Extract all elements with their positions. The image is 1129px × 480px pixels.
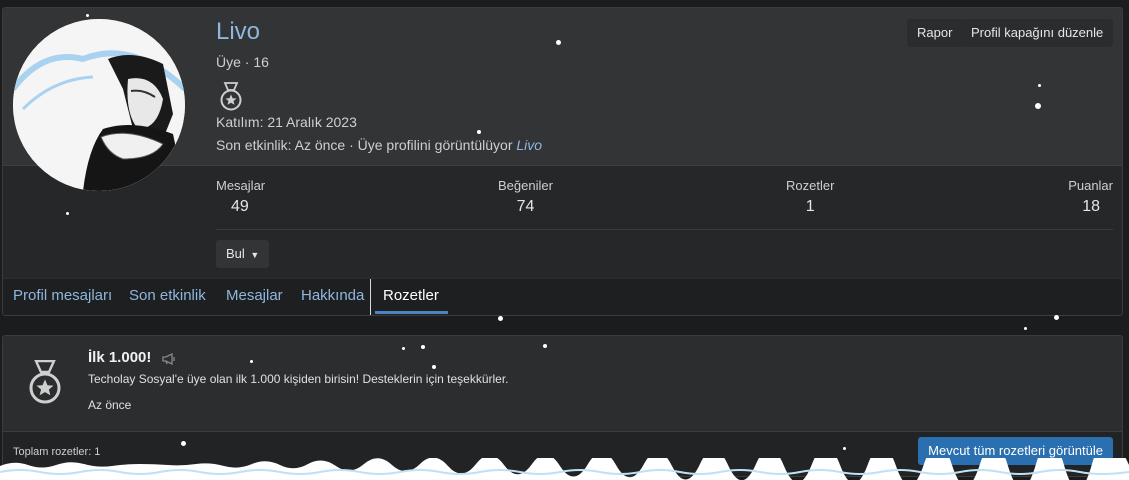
snowflake <box>1035 103 1041 109</box>
snowflake <box>421 345 425 349</box>
tab-profile-messages[interactable]: Profil mesajları <box>13 287 112 304</box>
stat-points[interactable]: Puanlar 18 <box>1068 178 1113 216</box>
stat-likes[interactable]: Beğeniler 74 <box>498 178 553 216</box>
stats-divider <box>216 229 1113 230</box>
stat-label: Beğeniler <box>498 178 553 193</box>
snowflake <box>181 441 186 446</box>
snowflake <box>86 14 89 17</box>
joined-date: Katılım: 21 Aralık 2023 <box>216 114 357 130</box>
snowflake <box>1038 84 1041 87</box>
snowflake <box>543 344 547 348</box>
tab-messages[interactable]: Mesajlar <box>226 287 283 304</box>
avatar[interactable] <box>13 19 185 191</box>
tab-separator <box>370 279 371 315</box>
snowflake <box>250 360 253 363</box>
snow-ground-decoration <box>0 458 1129 480</box>
last-activity-text: Son etkinlik: Az önce · Üye profilini gö… <box>216 137 513 153</box>
medal-star-icon <box>27 359 63 406</box>
profile-card: Livo Üye · 16 Katılım: 21 Aralık 2023 So… <box>2 7 1123 316</box>
snowflake <box>477 130 481 134</box>
edit-cover-button[interactable]: Profil kapağını düzenle <box>961 19 1114 47</box>
snowflake <box>1054 315 1059 320</box>
snowflake <box>556 40 561 45</box>
snowflake <box>66 212 69 215</box>
badge-title-text: İlk 1.000! <box>88 349 152 366</box>
stat-badges[interactable]: Rozetler 1 <box>786 178 834 216</box>
stat-label: Puanlar <box>1068 178 1113 193</box>
badge-total: Toplam rozetler: 1 <box>13 446 101 458</box>
last-activity-user-link[interactable]: Livo <box>516 137 542 153</box>
stat-label: Rozetler <box>786 178 835 193</box>
stat-label: Mesajlar <box>216 178 266 193</box>
badge-description: Techolay Sosyal'e üye olan ilk 1.000 kiş… <box>88 372 509 386</box>
tab-badges[interactable]: Rozetler <box>383 287 439 304</box>
tab-recent-activity[interactable]: Son etkinlik <box>129 287 206 304</box>
stat-messages[interactable]: Mesajlar 49 <box>216 178 265 216</box>
stat-value: 49 <box>231 198 249 215</box>
badge-list-card: İlk 1.000! Techolay Sosyal'e üye olan il… <box>2 335 1123 477</box>
stat-value: 74 <box>516 198 535 215</box>
find-label: Bul <box>226 246 245 261</box>
report-button[interactable]: Rapor <box>907 19 963 47</box>
badge-time: Az önce <box>88 398 132 412</box>
profile-tabs: Profil mesajları Son etkinlik Mesajlar H… <box>3 279 1122 315</box>
badge-item: İlk 1.000! Techolay Sosyal'e üye olan il… <box>3 336 1122 432</box>
medal-star-icon[interactable] <box>219 82 243 112</box>
snowflake <box>432 365 436 369</box>
snowflake <box>1024 327 1027 330</box>
stat-value: 18 <box>1082 198 1100 215</box>
snowflake <box>843 447 846 450</box>
badge-title: İlk 1.000! <box>88 349 176 366</box>
avatar-anime-character-icon <box>13 19 185 191</box>
last-activity: Son etkinlik: Az önce · Üye profilini gö… <box>216 137 542 153</box>
snowflake <box>498 316 503 321</box>
active-tab-indicator <box>375 311 448 314</box>
snowflake <box>402 347 405 350</box>
profile-name: Livo <box>216 18 261 45</box>
profile-role: Üye · 16 <box>216 54 269 70</box>
stat-value: 1 <box>805 198 815 215</box>
stats-area <box>3 166 1122 278</box>
caret-down-icon: ▼ <box>250 250 260 260</box>
tab-about[interactable]: Hakkında <box>301 287 364 304</box>
megaphone-icon[interactable] <box>161 352 176 366</box>
find-dropdown-button[interactable]: Bul ▼ <box>216 240 269 268</box>
